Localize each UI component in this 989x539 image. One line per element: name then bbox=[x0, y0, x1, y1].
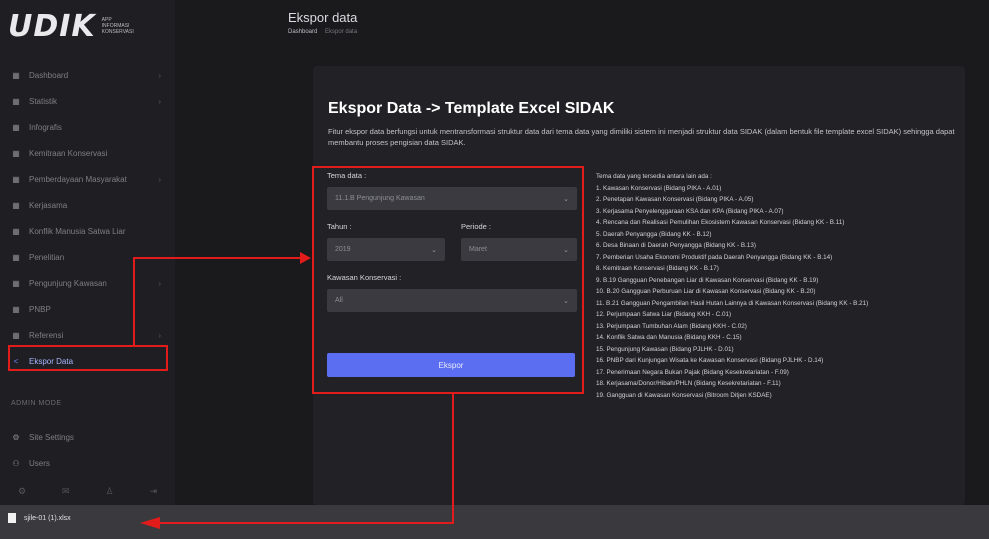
sidebar-item-label: Penelitian bbox=[29, 252, 65, 262]
sidebar-item-label: Site Settings bbox=[29, 432, 74, 442]
chevron-right-icon: › bbox=[158, 330, 161, 340]
chevron-right-icon: › bbox=[158, 70, 161, 80]
sidebar-item-label: PNBP bbox=[29, 304, 51, 314]
users-icon: ⚇ bbox=[12, 458, 20, 468]
tema-list-item: 18. Kerjasama/Donor/Hibah/PHLN (Bidang K… bbox=[596, 380, 781, 387]
sidebar-item-konflik-manusia-satwa-liar[interactable]: ▦ Konflik Manusia Satwa Liar bbox=[0, 218, 175, 244]
sidebar-item-label: Konflik Manusia Satwa Liar bbox=[29, 226, 126, 236]
page-title: Ekspor data bbox=[288, 10, 358, 25]
logo-subtitle: APP INFORMASI KONSERVASI bbox=[102, 17, 134, 35]
tema-list-item: 8. Kemitraan Konservasi (Bidang KK - B.1… bbox=[596, 265, 719, 272]
card-description: Fitur ekspor data berfungsi untuk mentra… bbox=[328, 127, 955, 147]
grid-icon: ▦ bbox=[12, 330, 20, 340]
settings-icon[interactable]: ⚙ bbox=[18, 486, 26, 504]
user-icon[interactable]: ♙ bbox=[105, 486, 113, 504]
sidebar-item-site-settings[interactable]: ⚙ Site Settings bbox=[0, 424, 175, 450]
sidebar-item-pnbp[interactable]: ▦ PNBP bbox=[0, 296, 175, 322]
logout-icon[interactable]: ⇥ bbox=[149, 486, 157, 504]
sidebar-item-label: Pemberdayaan Masyarakat bbox=[29, 174, 127, 184]
logo-sub-line: KONSERVASI bbox=[101, 29, 134, 35]
sidebar-bottom-bar: ⚙ ✉ ♙ ⇥ bbox=[0, 486, 175, 504]
sidebar-item-statistik[interactable]: ▦ Statistik › bbox=[0, 88, 175, 114]
annotation-line bbox=[133, 258, 135, 346]
page-header: Ekspor data Dashboard Ekspor data bbox=[288, 10, 357, 35]
annotation-arrow-right bbox=[300, 252, 311, 264]
sidebar-item-label: Dashboard bbox=[29, 70, 69, 80]
sidebar: UDIK APP INFORMASI KONSERVASI ▦ Dashboard… bbox=[0, 0, 175, 505]
sidebar-item-kerjasama[interactable]: ▦ Kerjasama bbox=[0, 192, 175, 218]
sidebar-item-dashboard[interactable]: ▦ Dashboard › bbox=[0, 62, 175, 88]
sidebar-item-label: Kemitraan Konservasi bbox=[29, 148, 108, 158]
mail-icon[interactable]: ✉ bbox=[62, 486, 70, 504]
download-filename: sjile-01 (1).xlsx bbox=[24, 514, 71, 522]
annotation-line bbox=[160, 522, 454, 524]
sidebar-section-title: ADMIN MODE bbox=[11, 400, 62, 407]
sidebar-item-label: Referensi bbox=[29, 330, 64, 340]
tema-list-item: 5. Daerah Penyangga (Bidang KK - B.12) bbox=[596, 230, 712, 238]
tema-list-item: 19. Gangguan di Kawasan Konservasi (Bitr… bbox=[596, 391, 772, 399]
tema-list: Tema data yang tersedia antara lain ada … bbox=[596, 171, 961, 401]
logo-text: UDIK bbox=[8, 8, 96, 44]
annotation-line bbox=[133, 257, 305, 259]
sidebar-item-label: Kerjasama bbox=[29, 200, 68, 210]
annotation-box-form bbox=[312, 166, 584, 394]
grid-icon: ▦ bbox=[12, 96, 20, 106]
grid-icon: ▦ bbox=[12, 122, 20, 132]
grid-icon: ▦ bbox=[12, 200, 20, 210]
tema-list-item: 10. B.20 Gangguan Perburuan Liar di Kawa… bbox=[596, 288, 816, 295]
tema-list-item: 2. Penetapan Kawasan Konservasi (Bidang … bbox=[596, 196, 754, 203]
sidebar-item-label: Pengunjung Kawasan bbox=[29, 278, 107, 288]
tema-list-item: 4. Rencana dan Realisasi Pemulihan Ekosi… bbox=[596, 219, 845, 226]
chevron-right-icon: › bbox=[158, 278, 161, 288]
tema-list-item: 13. Perjumpaan Tumbuhan Alam (Bidang KKH… bbox=[596, 322, 747, 330]
tema-list-item: 16. PNBP dari Kunjungan Wisata ke Kawasa… bbox=[596, 357, 824, 364]
tema-list-item: 15. Pengunjung Kawasan (Bidang PJLHK - D… bbox=[596, 345, 734, 353]
file-icon bbox=[8, 513, 16, 523]
grid-icon: ▦ bbox=[12, 226, 20, 236]
tema-list-item: 11. B.21 Gangguan Pengambilan Hasil Huta… bbox=[596, 299, 869, 307]
tema-list-title: Tema data yang tersedia antara lain ada … bbox=[596, 173, 712, 180]
download-item[interactable]: sjile-01 (1).xlsx bbox=[8, 513, 71, 523]
grid-icon: ▦ bbox=[12, 278, 20, 288]
tema-list-items: 1. Kawasan Konservasi (Bidang PIKA - A.0… bbox=[596, 183, 961, 402]
app-logo[interactable]: UDIK APP INFORMASI KONSERVASI bbox=[8, 6, 168, 46]
sidebar-item-pemberdayaan-masyarakat[interactable]: ▦ Pemberdayaan Masyarakat › bbox=[0, 166, 175, 192]
sidebar-item-label: Users bbox=[29, 458, 50, 468]
breadcrumb: Dashboard Ekspor data bbox=[288, 29, 357, 35]
annotation-line bbox=[452, 393, 454, 524]
grid-icon: ▦ bbox=[12, 174, 20, 184]
gear-icon: ⚙ bbox=[12, 432, 20, 442]
sidebar-item-label: Statistik bbox=[29, 96, 58, 106]
sidebar-item-kemitraan-konservasi[interactable]: ▦ Kemitraan Konservasi bbox=[0, 140, 175, 166]
breadcrumb-current: Ekspor data bbox=[325, 29, 358, 35]
sidebar-admin-nav: ⚙ Site Settings ⚇ Users bbox=[0, 424, 175, 476]
annotation-box-sidebar bbox=[8, 345, 168, 371]
sidebar-item-label: Infografis bbox=[29, 122, 62, 132]
sidebar-nav: ▦ Dashboard › ▦ Statistik › ▦ Infografis ▦ Kemitr… bbox=[0, 62, 175, 374]
tema-list-item: 17. Penerimaan Negara Bukan Pajak (Bidan… bbox=[596, 368, 789, 376]
tema-list-item: 6. Desa Binaan di Daerah Penyangga (Bida… bbox=[596, 242, 756, 249]
annotation-arrow-left bbox=[140, 517, 160, 529]
tema-list-item: 3. Kerjasama Penyelenggaraan KSA dan KPA… bbox=[596, 207, 784, 215]
sidebar-item-users[interactable]: ⚇ Users bbox=[0, 450, 175, 476]
chevron-right-icon: › bbox=[158, 96, 161, 106]
chevron-right-icon: › bbox=[158, 174, 161, 184]
breadcrumb-home[interactable]: Dashboard bbox=[288, 29, 317, 35]
grid-icon: ▦ bbox=[12, 148, 20, 158]
tema-list-item: 14. Konflik Satwa dan Manusia (Bidang KK… bbox=[596, 334, 742, 341]
sidebar-item-pengunjung-kawasan[interactable]: ▦ Pengunjung Kawasan › bbox=[0, 270, 175, 296]
tema-list-item: 7. Pemberian Usaha Ekonomi Produktif pad… bbox=[596, 253, 833, 261]
tema-list-item: 9. B.19 Gangguan Penebangan Liar di Kawa… bbox=[596, 276, 819, 284]
grid-icon: ▦ bbox=[12, 252, 20, 262]
grid-icon: ▦ bbox=[12, 70, 20, 80]
tema-list-item: 1. Kawasan Konservasi (Bidang PIKA - A.0… bbox=[596, 184, 722, 192]
grid-icon: ▦ bbox=[12, 304, 20, 314]
sidebar-item-infografis[interactable]: ▦ Infografis bbox=[0, 114, 175, 140]
card-title: Ekspor Data -> Template Excel SIDAK bbox=[328, 100, 615, 117]
tema-list-item: 12. Perjumpaan Satwa Liar (Bidang KKH - … bbox=[596, 311, 732, 318]
